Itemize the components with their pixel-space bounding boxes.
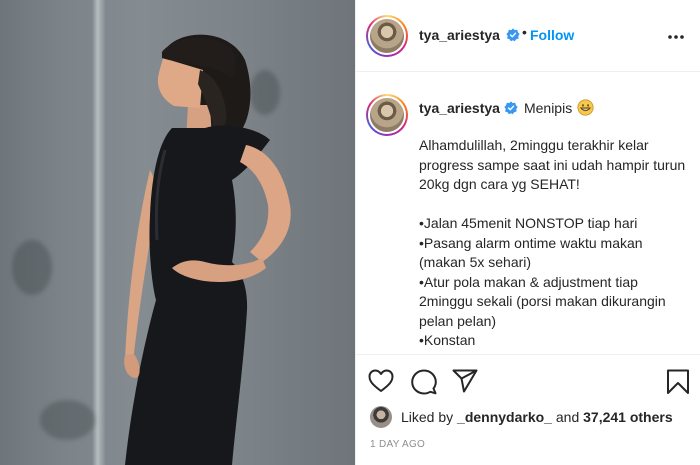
woman-figure	[124, 34, 291, 465]
username[interactable]: tya_ariestya	[419, 27, 500, 43]
liked-mid: and	[551, 409, 584, 425]
liker-avatar[interactable]	[370, 406, 392, 428]
follow-button[interactable]: Follow	[530, 27, 574, 43]
bookmark-icon[interactable]	[666, 369, 690, 395]
verified-badge-icon	[504, 101, 518, 115]
liked-prefix: Liked by	[401, 409, 458, 425]
liked-user-link[interactable]: _dennydarko_	[457, 409, 552, 425]
heart-icon[interactable]	[368, 369, 394, 393]
caption-title: Menipis	[523, 100, 573, 116]
grinning-emoji-icon	[577, 99, 594, 116]
caption-text: Alhamdulillah, 2minggu terakhir kelar pr…	[419, 137, 686, 348]
more-options-icon[interactable]	[667, 28, 685, 46]
caption-avatar[interactable]	[366, 94, 408, 136]
actions-bar: Liked by _dennydarko_ and 37,241 others …	[356, 354, 700, 465]
post-timestamp[interactable]: 1 DAY AGO	[370, 439, 425, 450]
likes-text: Liked by _dennydarko_ and 37,241 others	[401, 409, 673, 425]
comment-icon[interactable]	[411, 369, 437, 395]
post-panel: tya_ariestya • Follow tya_ariestya Menip…	[355, 0, 700, 465]
post-header: tya_ariestya • Follow	[356, 0, 700, 72]
paper-plane-icon[interactable]	[452, 369, 478, 393]
likes-count-link[interactable]: 37,241 others	[583, 409, 673, 425]
profile-avatar[interactable]	[366, 15, 408, 57]
caption-username[interactable]: tya_ariestya	[419, 100, 500, 116]
likes-row: Liked by _dennydarko_ and 37,241 others	[370, 405, 673, 429]
separator-dot: •	[522, 24, 527, 40]
verified-badge-icon	[506, 28, 520, 42]
post-photo[interactable]	[0, 0, 355, 465]
caption-header: tya_ariestya Menipis	[419, 99, 594, 118]
